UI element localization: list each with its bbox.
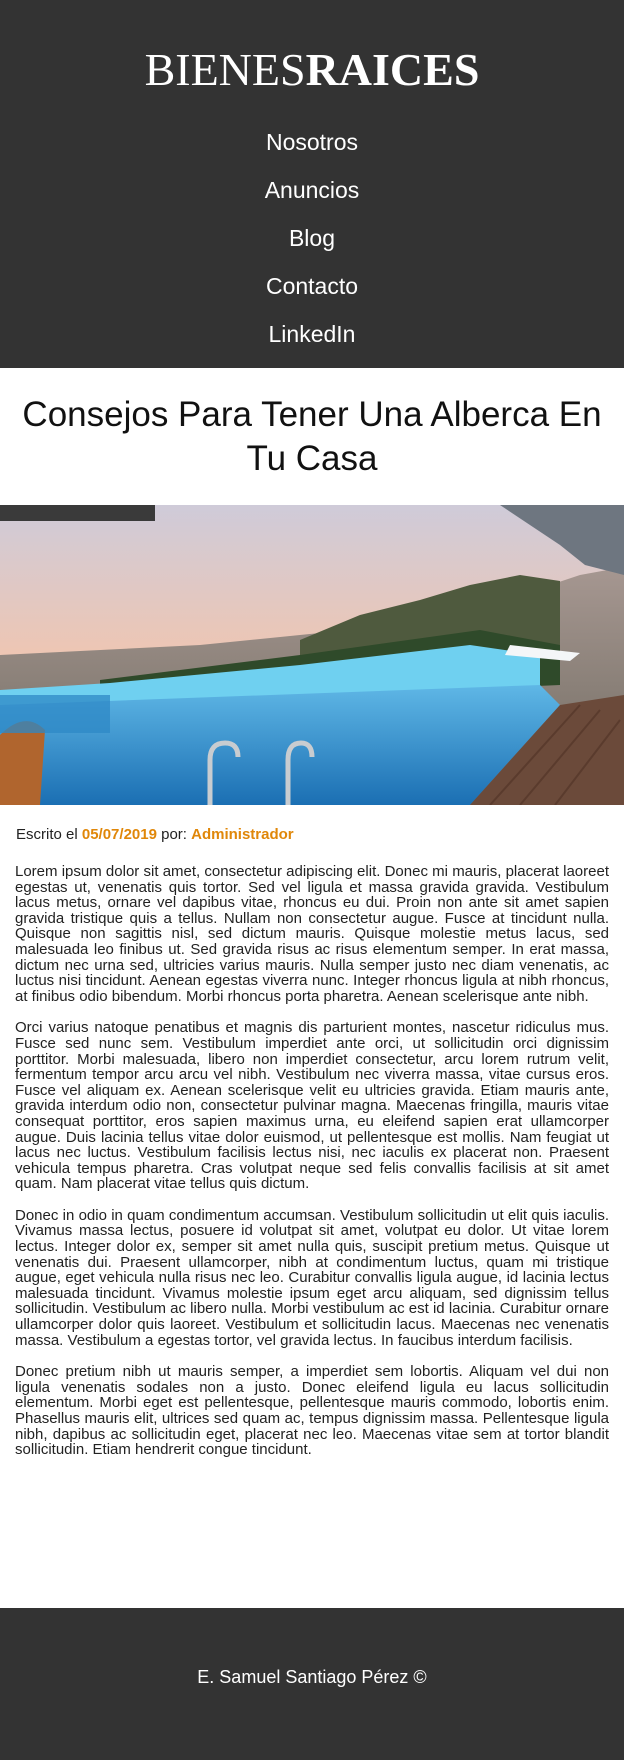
article-author: Administrador (191, 826, 294, 843)
article-byline: Escrito el 05/07/2019 por: Administrador (0, 805, 624, 864)
nav-link-blog[interactable]: Blog (0, 214, 624, 262)
article-paragraph: Donec pretium nibh ut mauris semper, a i… (15, 1363, 609, 1459)
nav-link-anuncios[interactable]: Anuncios (0, 166, 624, 214)
nav-link-contacto[interactable]: Contacto (0, 262, 624, 310)
byline-middle: por: (156, 826, 192, 843)
site-logo[interactable]: BIENESRAICES (0, 40, 624, 100)
pool-photo-illustration (0, 505, 624, 805)
article: Consejos Para Tener Una Alberca En Tu Ca… (0, 368, 624, 1458)
main-navigation: Nosotros Anuncios Blog Contacto LinkedIn (0, 118, 624, 358)
logo-text-light: BIENES (144, 44, 306, 95)
article-paragraph: Donec in odio in quam condimentum accums… (15, 1206, 609, 1349)
article-paragraph: Orci varius natoque penatibus et magnis … (15, 1019, 609, 1193)
site-header: BIENESRAICES Nosotros Anuncios Blog Cont… (0, 0, 624, 368)
nav-link-linkedin[interactable]: LinkedIn (0, 310, 624, 358)
article-date: 05/07/2019 (81, 826, 157, 843)
article-hero-image (0, 505, 624, 805)
footer-copyright: E. Samuel Santiago Pérez © (197, 1667, 427, 1687)
site-footer: E. Samuel Santiago Pérez © (0, 1608, 624, 1760)
nav-link-nosotros[interactable]: Nosotros (0, 118, 624, 166)
article-paragraph: Lorem ipsum dolor sit amet, consectetur … (15, 863, 609, 1005)
byline-prefix: Escrito el (16, 826, 82, 843)
article-title: Consejos Para Tener Una Alberca En Tu Ca… (22, 395, 602, 478)
article-body: Lorem ipsum dolor sit amet, consectetur … (0, 864, 624, 1458)
logo-text-bold: RAICES (305, 44, 480, 95)
